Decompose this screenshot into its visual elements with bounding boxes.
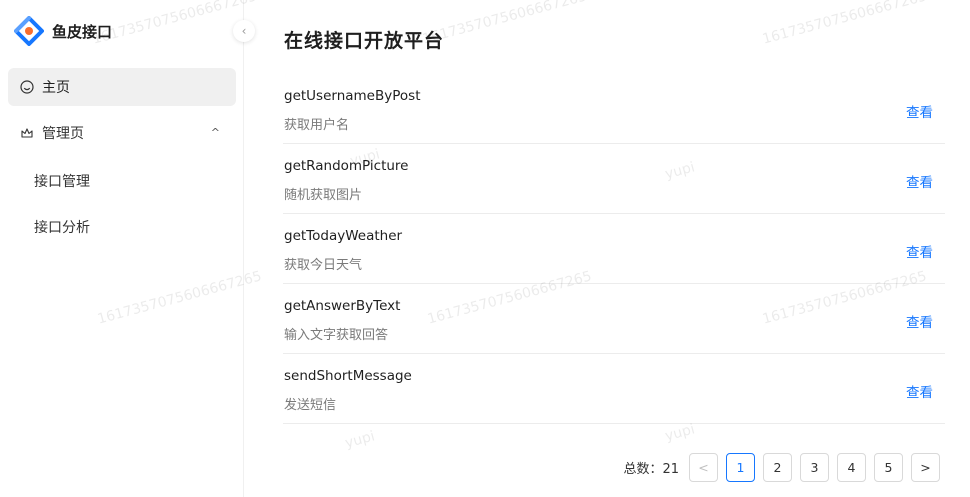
list-item: getAnswerByText 输入文字获取回答 查看 [283,284,945,354]
sidebar-item-interface-manage[interactable]: 接口管理 [34,166,90,196]
page-button-5[interactable]: 5 [874,453,903,482]
page-button-3[interactable]: 3 [800,453,829,482]
list-item: getRandomPicture 随机获取图片 查看 [283,144,945,214]
view-link[interactable]: 查看 [906,171,933,191]
interface-description: 发送短信 [284,398,337,413]
main-content: 在线接口开放平台 getUsernameByPost 获取用户名 查看 getR… [245,0,970,497]
collapse-sidebar-button[interactable]: ‹ [233,20,255,42]
interface-name: getTodayWeather [284,228,403,244]
total-count: 总数：21 [623,462,679,477]
next-page-button[interactable]: > [911,453,940,482]
page-button-4[interactable]: 4 [837,453,866,482]
sidebar-item-admin[interactable]: 管理页 ^ [8,114,236,152]
sidebar-item-interface-analysis[interactable]: 接口分析 [34,212,90,242]
interface-name: getAnswerByText [284,298,401,314]
interface-description: 随机获取图片 [284,188,363,203]
list-item: sendShortMessage 发送短信 查看 [283,354,945,424]
view-link[interactable]: 查看 [906,101,933,121]
view-link[interactable]: 查看 [906,311,933,331]
page-button-2[interactable]: 2 [763,453,792,482]
view-link[interactable]: 查看 [906,381,933,401]
sidebar-item-label: 主页 [42,80,70,96]
crown-icon [20,126,34,140]
sidebar-item-label: 接口管理 [34,174,90,190]
list-item: getUsernameByPost 获取用户名 查看 [283,74,945,144]
list-item: getTodayWeather 获取今日天气 查看 [283,214,945,284]
pagination: 总数：21 < 1 2 3 4 5 > [623,453,940,482]
logo[interactable]: 鱼皮接口 [14,14,112,48]
page-title: 在线接口开放平台 [284,30,445,52]
smile-icon [20,80,34,94]
logo-icon [14,16,44,46]
prev-page-button[interactable]: < [689,453,718,482]
app-title: 鱼皮接口 [52,22,113,41]
app-root: 鱼皮接口 主页 管理页 ^ 接口管理 接口分析 ‹ 在线接口开放平台 getUs… [0,0,970,497]
sidebar-item-label: 管理页 [42,126,84,142]
interface-description: 获取用户名 [284,118,350,133]
interface-list: getUsernameByPost 获取用户名 查看 getRandomPict… [283,74,945,424]
page-button-1[interactable]: 1 [726,453,755,482]
interface-description: 输入文字获取回答 [284,328,389,343]
chevron-left-icon: ‹ [241,24,247,38]
interface-name: sendShortMessage [284,368,412,384]
interface-name: getRandomPicture [284,158,409,174]
interface-name: getUsernameByPost [284,88,421,104]
sidebar-item-label: 接口分析 [34,220,90,236]
chevron-up-icon: ^ [210,126,220,139]
view-link[interactable]: 查看 [906,241,933,261]
sidebar-item-home[interactable]: 主页 [8,68,236,106]
sidebar: 鱼皮接口 主页 管理页 ^ 接口管理 接口分析 [0,0,244,497]
interface-description: 获取今日天气 [284,258,363,273]
